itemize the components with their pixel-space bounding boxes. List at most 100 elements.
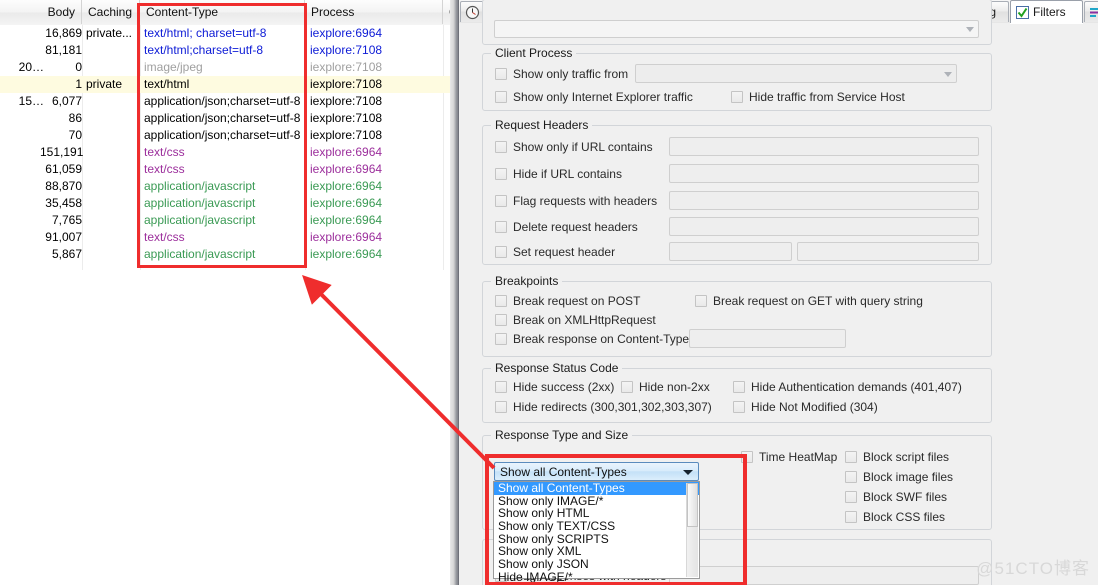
table-row[interactable]: 88,870 application/javascript iexplore:696… (0, 178, 450, 195)
checkbox-box[interactable] (845, 511, 857, 523)
pane-splitter[interactable] (450, 0, 459, 585)
content-type-filter-dropdown-list[interactable]: Show all Content-Types Show only IMAGE/* S… (493, 481, 700, 583)
input-set-request-header-name[interactable] (669, 242, 792, 261)
checkbox-block-swf-files[interactable]: Block SWF files (845, 490, 947, 504)
checkbox-set-request-header[interactable]: Set request header (495, 245, 615, 259)
checkbox-hide-if-url-contains[interactable]: Hide if URL contains (495, 167, 622, 181)
table-row[interactable]: 7,765 application/javascript iexplore:6964 (0, 212, 450, 229)
column-header-content-type[interactable]: Content-Type (140, 0, 305, 24)
checkbox-box[interactable] (733, 401, 745, 413)
table-row[interactable]: 20… 0 image/jpeg iexplore:7108 (0, 59, 450, 76)
checkbox-flag-requests-with-headers[interactable]: Flag requests with headers (495, 194, 657, 208)
column-header-cut[interactable]: C (443, 0, 450, 24)
dropdown-option[interactable]: Show all Content-Types (494, 482, 699, 495)
column-header-body[interactable]: Body (0, 0, 82, 24)
cell-body: 35,458 (45, 196, 82, 210)
input-flag-requests-with-headers[interactable] (669, 191, 979, 210)
input-break-response-content-type[interactable] (689, 329, 846, 348)
tab-filters[interactable]: Filters (1010, 0, 1083, 23)
checkbox-box[interactable] (495, 314, 507, 326)
table-row[interactable]: 151,191 text/css iexplore:6964 (0, 144, 450, 161)
session-list-pane[interactable]: Body Caching Content-Type Process C 16,8… (0, 0, 450, 585)
content-type-filter-combo[interactable]: Show all Content-Types (494, 462, 699, 481)
checkbox-block-css-files[interactable]: Block CSS files (845, 510, 945, 524)
cell-content-type: application/json;charset=utf-8 (144, 111, 301, 125)
session-grid-body[interactable]: 16,869 private... text/html; charset=utf-8… (0, 25, 450, 270)
input-delete-request-headers[interactable] (669, 217, 979, 236)
checkbox-show-only-url-contains[interactable]: Show only if URL contains (495, 140, 653, 154)
input-show-only-url-contains[interactable] (669, 137, 979, 156)
scrollbar-thumb[interactable] (687, 483, 698, 527)
checkbox-hide-not-modified-304[interactable]: Hide Not Modified (304) (733, 400, 878, 414)
checkbox-hide-non-2xx[interactable]: Hide non-2xx (621, 380, 710, 394)
checkbox-box[interactable] (733, 381, 745, 393)
cell-body: 0 (75, 60, 82, 74)
checkbox-box[interactable] (495, 68, 507, 80)
table-row[interactable]: 81,181 text/html;charset=utf-8 iexplore:71… (0, 42, 450, 59)
input-set-request-header-value[interactable] (797, 242, 979, 261)
checkbox-box[interactable] (495, 221, 507, 233)
content-type-filter-selected: Show all Content-Types (500, 465, 627, 479)
checkbox-time-heatmap[interactable]: Time HeatMap (741, 450, 837, 464)
table-row[interactable]: 5,867 application/javascript iexplore:6964 (0, 246, 450, 263)
dropdown-option[interactable]: Show only TEXT/CSS (494, 520, 699, 533)
dropdown-option[interactable]: Show only JSON (494, 558, 699, 571)
checkbox-box[interactable] (495, 333, 507, 345)
checkbox-hide-authentication-demands[interactable]: Hide Authentication demands (401,407) (733, 380, 962, 394)
input-hide-if-url-contains[interactable] (669, 164, 979, 183)
checkbox-block-image-files[interactable]: Block image files (845, 470, 953, 484)
checkbox-break-response-on-content-type[interactable]: Break response on Content-Type (495, 332, 689, 346)
cut-off-combo[interactable] (494, 20, 979, 38)
checkbox-box[interactable] (495, 195, 507, 207)
dropdown-scrollbar[interactable] (686, 483, 698, 577)
table-row[interactable]: 1 private text/html iexplore:7108 (0, 76, 450, 93)
checkbox-box[interactable] (495, 246, 507, 258)
checkbox-box[interactable] (731, 91, 743, 103)
checkbox-delete-request-headers[interactable]: Delete request headers (495, 220, 638, 234)
input-flag-responses-with-headers[interactable] (669, 566, 979, 585)
cell-content-type: application/javascript (144, 179, 256, 193)
checkbox-show-only-ie-traffic[interactable]: Show only Internet Explorer traffic (495, 90, 693, 104)
tab-timeline[interactable]: Timeline (1084, 1, 1098, 22)
column-header-caching[interactable]: Caching (82, 0, 140, 24)
checkbox-box[interactable] (621, 381, 633, 393)
checkbox-label: Show only traffic from (513, 67, 629, 81)
checkbox-box[interactable] (695, 295, 707, 307)
filters-panel: Statistics Inspectors AutoResponder Comp… (459, 0, 1098, 585)
checkbox-box[interactable] (495, 295, 507, 307)
checkbox-box[interactable] (845, 491, 857, 503)
table-row[interactable]: 70 application/json;charset=utf-8 iexplore… (0, 127, 450, 144)
checkbox-hide-service-host[interactable]: Hide traffic from Service Host (731, 90, 905, 104)
checkbox-hide-success-2xx[interactable]: Hide success (2xx) (495, 380, 614, 394)
checkbox-break-request-on-post[interactable]: Break request on POST (495, 294, 640, 308)
cell-caching (86, 178, 138, 195)
checkbox-break-on-xmlhttprequest[interactable]: Break on XMLHttpRequest (495, 313, 656, 327)
dropdown-option[interactable]: Hide IMAGE/* (494, 571, 699, 584)
checkbox-box[interactable] (495, 141, 507, 153)
checkbox-break-request-on-get[interactable]: Break request on GET with query string (695, 294, 923, 308)
checkbox-show-only-traffic-from[interactable]: Show only traffic from (495, 67, 628, 81)
checkbox-block-script-files[interactable]: Block script files (845, 450, 949, 464)
table-row[interactable]: 91,007 text/css iexplore:6964 (0, 229, 450, 246)
column-header-process[interactable]: Process (305, 0, 443, 24)
client-process-combo[interactable] (635, 64, 957, 83)
checkbox-box[interactable] (495, 381, 507, 393)
cell-caching: private (86, 77, 123, 91)
table-row[interactable]: 15… 6,077 application/json;charset=utf-8 ie… (0, 93, 450, 110)
checkbox-box[interactable] (741, 451, 753, 463)
checkbox-box[interactable] (845, 451, 857, 463)
checkbox-hide-redirects[interactable]: Hide redirects (300,301,302,303,307) (495, 400, 712, 414)
cell-process: iexplore:6964 (310, 213, 383, 227)
chevron-down-icon[interactable] (679, 464, 697, 479)
table-row[interactable]: 86 application/json;charset=utf-8 iexplore… (0, 110, 450, 127)
checkbox-box[interactable] (845, 471, 857, 483)
table-row[interactable]: 61,059 text/css iexplore:6964 (0, 161, 450, 178)
checkbox-box[interactable] (495, 91, 507, 103)
cell-content-type: text/css (144, 230, 185, 244)
table-row[interactable]: 16,869 private... text/html; charset=utf-8… (0, 25, 450, 42)
checkbox-box[interactable] (495, 401, 507, 413)
table-row[interactable]: 35,458 application/javascript iexplore:696… (0, 195, 450, 212)
checkbox-box[interactable] (495, 168, 507, 180)
group-client-process-label: Client Process (491, 46, 577, 60)
session-grid-header[interactable]: Body Caching Content-Type Process C (0, 0, 450, 26)
